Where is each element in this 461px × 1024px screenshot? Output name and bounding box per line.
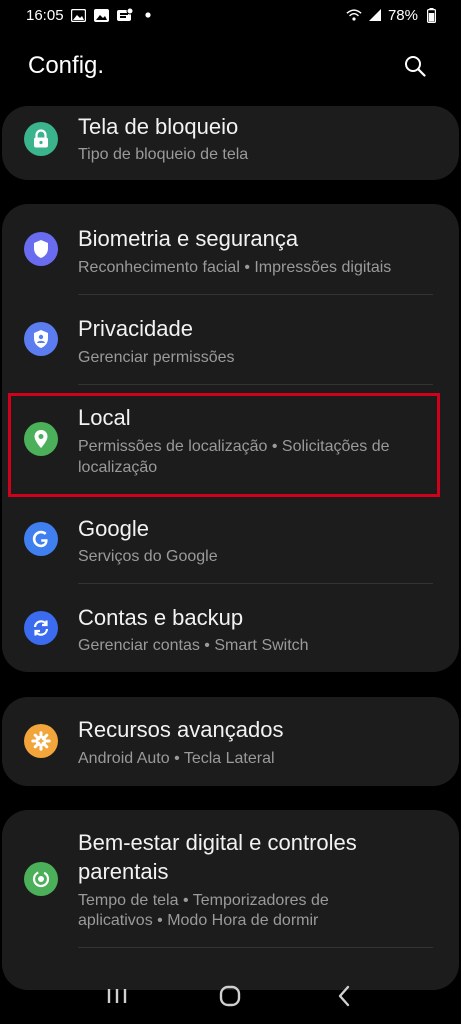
item-title: Privacidade bbox=[78, 316, 193, 341]
back-icon bbox=[338, 985, 350, 1007]
item-subtitle: Android Auto • Tecla Lateral bbox=[78, 750, 275, 767]
search-button[interactable] bbox=[397, 48, 433, 84]
location-highlight-box bbox=[8, 393, 440, 497]
dot-icon bbox=[140, 8, 156, 22]
item-title: Recursos avançados bbox=[78, 717, 284, 742]
google-icon bbox=[24, 522, 58, 556]
status-right: 78% bbox=[346, 7, 439, 24]
recents-button[interactable] bbox=[97, 976, 137, 1016]
lock-icon bbox=[24, 122, 58, 156]
page-title: Config. bbox=[28, 52, 105, 79]
item-subtitle: Gerenciar contas • Smart Switch bbox=[78, 637, 309, 654]
settings-item-advanced-features[interactable]: Recursos avançados Android Auto • Tecla … bbox=[2, 697, 459, 786]
settings-card-lock: Tela de bloqueio Tipo de bloqueio de tel… bbox=[2, 106, 459, 180]
status-bar: 16:05 78% bbox=[0, 0, 461, 30]
image-icon bbox=[71, 8, 87, 22]
settings-item-lock-screen[interactable]: Tela de bloqueio Tipo de bloqueio de tel… bbox=[2, 106, 459, 180]
status-left: 16:05 bbox=[26, 7, 156, 24]
wellbeing-icon bbox=[24, 862, 58, 896]
item-title: Bem-estar digital e controles bbox=[78, 830, 357, 855]
settings-item-accounts-backup[interactable]: Contas e backup Gerenciar contas • Smart… bbox=[2, 583, 459, 672]
sync-icon bbox=[24, 611, 58, 645]
app-header: Config. bbox=[0, 44, 461, 88]
item-subtitle-continued: aplicativos • Modo Hora de dormir bbox=[78, 912, 319, 929]
battery-icon bbox=[423, 7, 439, 23]
divider bbox=[78, 947, 433, 948]
navigation-bar bbox=[0, 968, 461, 1024]
privacy-shield-icon bbox=[24, 322, 58, 356]
item-subtitle: Serviços do Google bbox=[78, 548, 218, 565]
item-title: Biometria e segurança bbox=[78, 226, 299, 251]
gear-plus-icon bbox=[24, 724, 58, 758]
status-time: 16:05 bbox=[26, 6, 64, 24]
shield-icon bbox=[24, 232, 58, 266]
recents-icon bbox=[107, 989, 127, 1003]
settings-card-wellbeing: Bem-estar digital e controles parentais … bbox=[2, 810, 459, 990]
settings-item-biometrics[interactable]: Biometria e segurança Reconhecimento fac… bbox=[2, 204, 459, 294]
home-icon bbox=[220, 985, 241, 1007]
home-button[interactable] bbox=[210, 976, 250, 1016]
item-subtitle: Gerenciar permissões bbox=[78, 349, 235, 366]
signal-icon bbox=[367, 8, 383, 22]
item-subtitle: Reconhecimento facial • Impressões digit… bbox=[78, 259, 392, 276]
settings-item-privacy[interactable]: Privacidade Gerenciar permissões bbox=[2, 294, 459, 384]
settings-item-digital-wellbeing[interactable]: Bem-estar digital e controles parentais … bbox=[2, 810, 459, 946]
image-icon bbox=[94, 8, 110, 22]
item-subtitle: Tempo de tela • Temporizadores de bbox=[78, 892, 329, 909]
app-notification-icon bbox=[116, 8, 133, 22]
item-title: Tela de bloqueio bbox=[78, 114, 239, 139]
item-title: Google bbox=[78, 516, 149, 541]
settings-item-google[interactable]: Google Serviços do Google bbox=[2, 494, 459, 583]
item-title-continued: parentais bbox=[78, 859, 169, 884]
wifi-icon bbox=[346, 8, 362, 22]
battery-percent: 78% bbox=[387, 6, 418, 24]
back-button[interactable] bbox=[324, 976, 364, 1016]
search-icon bbox=[405, 56, 426, 77]
item-subtitle: Tipo de bloqueio de tela bbox=[78, 146, 249, 163]
item-title: Contas e backup bbox=[78, 605, 244, 630]
settings-card-advanced: Recursos avançados Android Auto • Tecla … bbox=[2, 697, 459, 786]
